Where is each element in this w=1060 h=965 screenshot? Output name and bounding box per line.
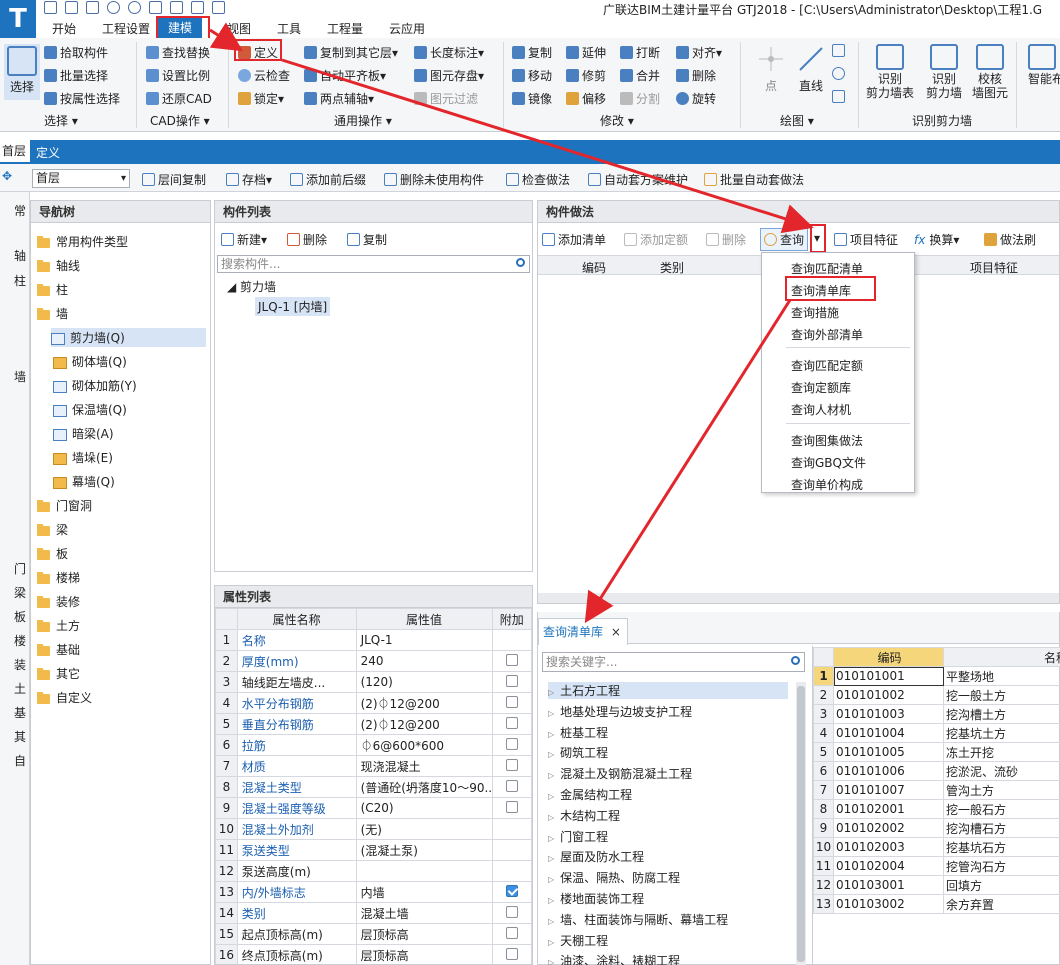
annotation-arrows xyxy=(209,22,814,624)
arrow-menu-to-tab xyxy=(584,299,792,624)
arrow-menu-to-define xyxy=(209,22,244,52)
arrow-define-to-query xyxy=(281,58,814,234)
